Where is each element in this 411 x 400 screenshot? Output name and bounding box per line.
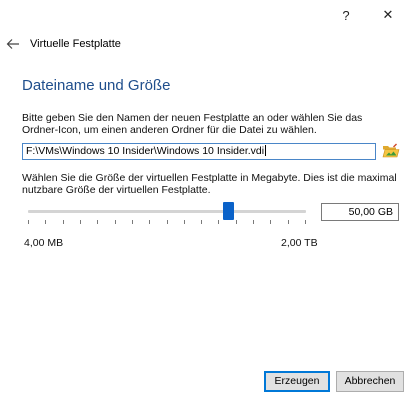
size-input[interactable]: 50,00 GB [321, 203, 399, 221]
text-caret [265, 145, 267, 156]
slider-tick [63, 220, 64, 224]
slider-tick [97, 220, 98, 224]
slider-track [28, 210, 306, 213]
size-max-label: 2,00 TB [281, 237, 318, 249]
help-button[interactable]: ? [326, 0, 366, 30]
slider-tick [28, 220, 29, 224]
slider-tick [132, 220, 133, 224]
size-min-label: 4,00 MB [24, 237, 64, 249]
file-location-input[interactable]: F:\VMs\Windows 10 Insider\Windows 10 Ins… [22, 143, 376, 160]
slider-tick [184, 220, 185, 224]
choose-folder-button[interactable] [382, 142, 400, 160]
slider-tick [236, 220, 237, 224]
arrow-left-icon [6, 39, 19, 49]
back-button[interactable] [4, 36, 22, 52]
slider-tick [288, 220, 289, 224]
file-location-value: F:\VMs\Windows 10 Insider\Windows 10 Ins… [26, 145, 265, 157]
slider-tick [305, 220, 306, 224]
create-button[interactable]: Erzeugen [264, 371, 330, 392]
close-button[interactable]: ✕ [368, 0, 408, 30]
wizard-title: Virtuelle Festplatte [30, 38, 121, 50]
slider-tick [167, 220, 168, 224]
slider-ticks [28, 220, 306, 224]
slider-tick [80, 220, 81, 224]
slider-tick [270, 220, 271, 224]
slider-tick [253, 220, 254, 224]
slider-tick [45, 220, 46, 224]
slider-thumb[interactable] [223, 202, 234, 220]
slider-tick [115, 220, 116, 224]
size-slider[interactable] [22, 202, 312, 228]
slider-tick [201, 220, 202, 224]
slider-tick [149, 220, 150, 224]
cancel-button[interactable]: Abbrechen [336, 371, 404, 392]
page-heading: Dateiname und Größe [22, 77, 171, 94]
size-description: Wählen Sie die Größe der virtuellen Fest… [22, 172, 397, 196]
slider-tick [218, 220, 219, 224]
location-description: Bitte geben Sie den Namen der neuen Fest… [22, 112, 363, 136]
folder-open-icon [382, 143, 400, 158]
